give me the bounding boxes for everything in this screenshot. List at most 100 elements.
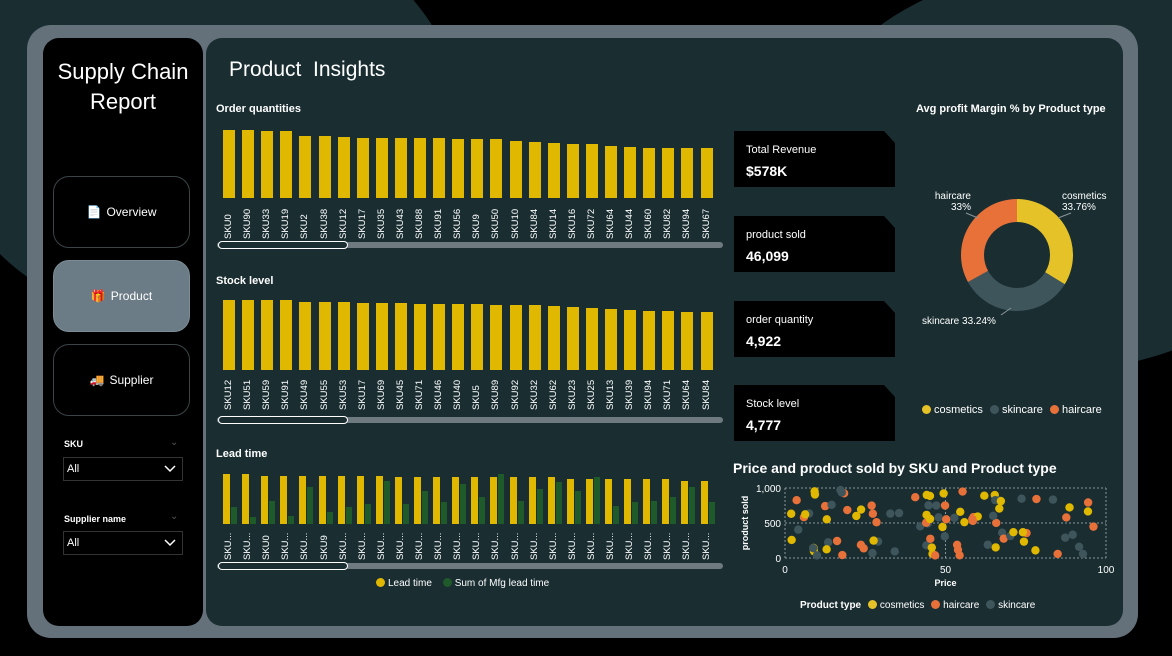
stock-level-bar[interactable] [337,302,350,370]
order-quantity-bar[interactable] [452,138,465,198]
stock-level-bar[interactable] [585,307,598,370]
mfg-lead-time-bar[interactable] [632,502,639,524]
stock-level-bar[interactable] [547,306,560,370]
stock-level-bar[interactable] [566,307,579,370]
mfg-lead-time-bar[interactable] [269,500,276,524]
lead-time-bar[interactable] [414,477,421,524]
lead-time-bar[interactable] [394,477,402,524]
lead-time-bar[interactable] [509,477,517,524]
order-quantities-scrollbar[interactable] [217,241,723,249]
mfg-lead-time-bar[interactable] [441,502,448,524]
order-quantity-bar[interactable] [490,139,503,198]
order-quantity-bar[interactable] [585,144,598,198]
cosmetics-point[interactable] [1019,537,1029,546]
mfg-lead-time-bar[interactable] [689,487,696,524]
stock-level-bar[interactable] [280,300,293,370]
haircare-point[interactable] [1083,498,1093,507]
lead-time-bar[interactable] [280,475,288,524]
haircare-point[interactable] [968,516,978,526]
order-quantity-bar[interactable] [242,130,255,198]
lead-time-bar[interactable] [452,477,460,524]
skincare-point[interactable] [983,540,993,549]
haircare-point[interactable] [940,501,950,510]
stock-level-bar[interactable] [223,300,235,370]
scrollbar-thumb[interactable] [218,241,348,249]
haircare-point[interactable] [1032,494,1041,504]
mfg-lead-time-bar[interactable] [613,505,619,524]
order-quantity-bar[interactable] [643,147,656,198]
stock-level-bar[interactable] [528,304,541,370]
lead-time-bar[interactable] [471,477,479,524]
stock-level-bar[interactable] [643,310,656,370]
cosmetics-point[interactable] [1009,527,1018,537]
mfg-lead-time-bar[interactable] [345,507,352,524]
mfg-lead-time-bar[interactable] [307,487,314,524]
mfg-lead-time-bar[interactable] [402,504,409,524]
lead-time-bar[interactable] [299,475,307,524]
cosmetics-point[interactable] [856,505,866,514]
lead-time-bar[interactable] [528,477,536,524]
order-quantity-bar[interactable] [280,131,293,198]
lead-time-bar[interactable] [585,479,593,524]
mfg-lead-time-bar[interactable] [460,484,467,524]
skincare-point[interactable] [1068,530,1077,539]
mfg-lead-time-bar[interactable] [593,477,600,524]
cosmetics-point[interactable] [822,515,831,524]
cosmetics-point[interactable] [810,490,820,499]
lead-time-bar[interactable] [223,474,230,524]
cosmetics-point[interactable] [996,496,1006,506]
mfg-lead-time-bar[interactable] [288,515,295,524]
lead-time-bar[interactable] [605,479,612,524]
order-quantity-bar[interactable] [414,137,426,198]
mfg-lead-time-bar[interactable] [498,474,505,524]
cosmetics-point[interactable] [991,543,1000,552]
cosmetics-point[interactable] [800,510,810,519]
cosmetics-point[interactable] [1031,546,1040,555]
stock-level-bar[interactable] [452,304,465,370]
stock-level-bar[interactable] [242,300,255,370]
nav-product-button[interactable]: 🎁 Product [53,260,190,332]
lead-time-bar[interactable] [566,479,574,524]
order-quantity-bar[interactable] [528,142,541,198]
haircare-point[interactable] [792,495,801,505]
haircare-point[interactable] [955,551,964,560]
chevron-down-icon[interactable]: ⌄ [170,511,178,522]
order-quantity-bar[interactable] [700,148,713,198]
skincare-point[interactable] [932,501,941,510]
skincare-point[interactable] [823,538,833,547]
skincare-point[interactable] [1061,533,1070,542]
mfg-lead-time-bar[interactable] [670,497,677,524]
cosmetics-point[interactable] [995,504,1004,513]
cosmetics-point[interactable] [960,517,969,527]
cosmetics-point[interactable] [1065,503,1074,512]
skincare-point[interactable] [940,532,949,541]
order-quantity-bar[interactable] [356,137,369,198]
skincare-point[interactable] [1048,495,1058,504]
order-quantity-bar[interactable] [624,147,637,198]
order-quantity-bar[interactable] [471,138,484,198]
lead-time-bar[interactable] [662,479,670,524]
cosmetics-point[interactable] [956,507,965,517]
cosmetics-point[interactable] [980,491,989,500]
mfg-lead-time-bar[interactable] [708,502,715,524]
haircare-point[interactable] [843,505,852,515]
lead-time-bar[interactable] [318,475,326,524]
skincare-point[interactable] [836,485,845,495]
mfg-lead-time-bar[interactable] [536,489,543,524]
lead-time-bar[interactable] [547,477,555,524]
mfg-lead-time-bar[interactable] [326,512,333,524]
haircare-point[interactable] [856,540,866,550]
cosmetics-point[interactable] [1083,507,1093,516]
stock-level-bar[interactable] [605,309,617,370]
haircare-point[interactable] [958,487,967,496]
cosmetics-point[interactable] [822,545,831,554]
mfg-lead-time-bar[interactable] [651,500,658,524]
skincare-slice[interactable] [967,270,1065,311]
skincare-point[interactable] [924,501,933,510]
lead-time-bar[interactable] [700,480,708,524]
stock-level-bar[interactable] [414,303,426,370]
skincare-point[interactable] [808,543,818,553]
skincare-point[interactable] [812,551,822,560]
haircare-point[interactable] [867,501,876,510]
cosmetics-point[interactable] [922,490,932,500]
